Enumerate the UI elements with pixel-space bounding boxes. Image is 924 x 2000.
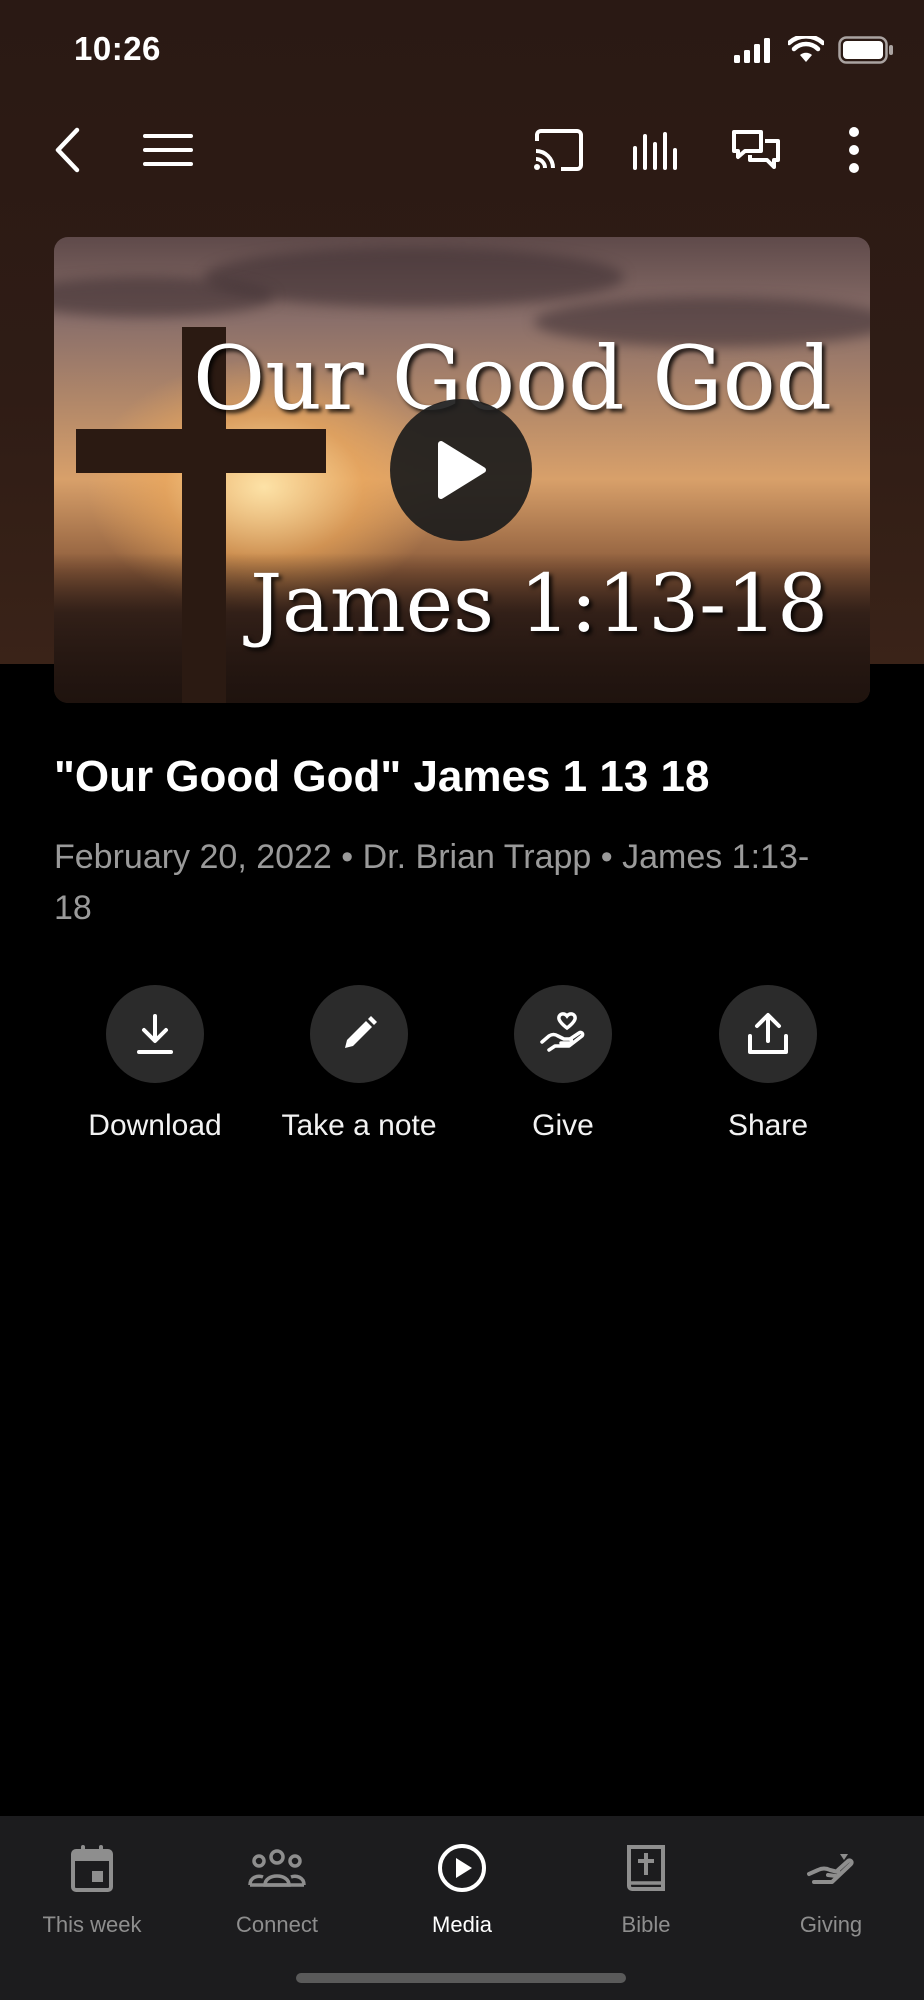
thumbnail-reference: James 1:13-18 bbox=[250, 557, 828, 650]
tab-label: Media bbox=[432, 1912, 492, 1937]
sermon-meta: February 20, 2022 • Dr. Brian Trapp • Ja… bbox=[54, 838, 810, 927]
sermon-title: "Our Good God" James 1 13 18 bbox=[54, 752, 710, 801]
tab-giving[interactable]: Giving bbox=[739, 1840, 923, 1938]
cast-button[interactable] bbox=[519, 110, 599, 190]
menu-button[interactable] bbox=[128, 110, 208, 190]
play-button[interactable] bbox=[390, 399, 532, 541]
bible-icon bbox=[627, 1845, 665, 1891]
giving-icon bbox=[807, 1854, 854, 1884]
tab-label: Giving bbox=[799, 1912, 863, 1937]
people-icon bbox=[248, 1849, 306, 1887]
back-button[interactable] bbox=[28, 110, 108, 190]
share-icon bbox=[748, 1013, 788, 1054]
play-circle-icon bbox=[438, 1844, 486, 1892]
play-icon bbox=[438, 441, 486, 499]
share-button[interactable]: Share bbox=[658, 985, 878, 1143]
take-note-label: Take a note bbox=[281, 1109, 437, 1142]
download-circle[interactable] bbox=[106, 985, 204, 1083]
chat-button[interactable] bbox=[716, 110, 796, 190]
tab-label: Connect bbox=[236, 1912, 318, 1937]
give-circle[interactable] bbox=[514, 985, 612, 1083]
take-note-button[interactable]: Take a note bbox=[249, 985, 469, 1143]
audio-icon bbox=[633, 132, 677, 170]
top-nav-bar bbox=[0, 110, 924, 190]
signal-icon bbox=[734, 38, 770, 63]
more-icon bbox=[849, 127, 859, 173]
download-label: Download bbox=[88, 1109, 222, 1142]
chat-icon bbox=[732, 130, 780, 169]
battery-icon bbox=[838, 36, 893, 64]
status-icons bbox=[734, 36, 894, 64]
tab-this-week[interactable]: This week bbox=[0, 1840, 184, 1938]
menu-icon bbox=[143, 134, 193, 166]
calendar-icon bbox=[71, 1845, 113, 1892]
tab-bible[interactable]: Bible bbox=[554, 1840, 738, 1938]
tab-label: Bible bbox=[621, 1912, 671, 1937]
back-icon bbox=[55, 127, 80, 173]
give-label: Give bbox=[532, 1109, 594, 1142]
action-row: Download Take a note Give Share bbox=[0, 985, 924, 1145]
download-button[interactable]: Download bbox=[45, 985, 265, 1143]
share-label: Share bbox=[727, 1109, 809, 1142]
take-note-circle[interactable] bbox=[310, 985, 408, 1083]
give-button[interactable]: Give bbox=[453, 985, 673, 1143]
video-player[interactable]: Our Good God James 1:13-18 bbox=[54, 237, 870, 703]
tab-media[interactable]: Media bbox=[370, 1840, 554, 1938]
status-bar: 10:26 bbox=[0, 0, 924, 100]
share-circle[interactable] bbox=[719, 985, 817, 1083]
status-time: 10:26 bbox=[74, 30, 161, 67]
tab-connect[interactable]: Connect bbox=[185, 1840, 369, 1938]
cast-icon bbox=[534, 129, 583, 171]
pencil-icon bbox=[345, 1016, 377, 1048]
cloud bbox=[54, 277, 274, 317]
wifi-icon bbox=[788, 36, 824, 62]
more-button[interactable] bbox=[814, 110, 894, 190]
tab-label: This week bbox=[42, 1912, 142, 1937]
audio-button[interactable] bbox=[617, 110, 697, 190]
thumbnail-title: Our Good God bbox=[192, 327, 832, 430]
download-icon bbox=[137, 1014, 173, 1054]
heart-hand-icon bbox=[540, 1012, 585, 1052]
home-indicator bbox=[296, 1973, 626, 1983]
cross-image bbox=[76, 429, 326, 473]
